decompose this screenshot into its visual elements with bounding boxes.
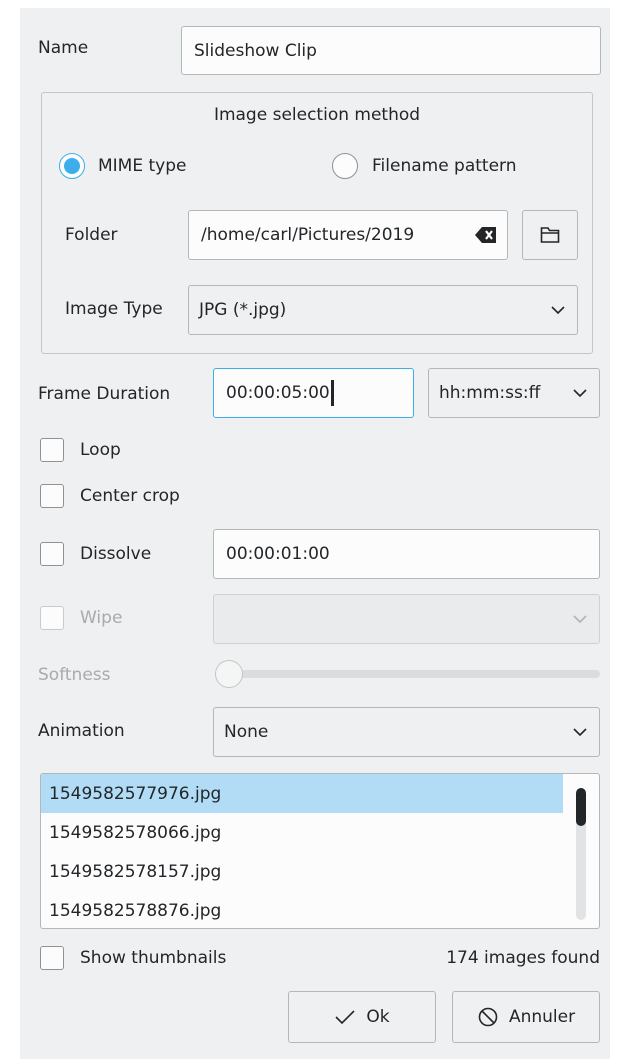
chevron-down-icon	[573, 728, 587, 737]
chevron-down-icon	[573, 615, 587, 624]
frame-duration-value: 00:00:05:00	[226, 383, 330, 403]
time-format-combo[interactable]: hh:mm:ss:ff	[428, 368, 600, 418]
wipe-checkbox	[40, 606, 64, 630]
softness-slider-handle	[215, 660, 243, 688]
folder-input[interactable]: /home/carl/Pictures/2019	[188, 210, 508, 260]
softness-slider-track	[215, 670, 600, 678]
chevron-down-icon	[573, 389, 587, 398]
frame-duration-input[interactable]: 00:00:05:00	[213, 368, 414, 418]
name-input[interactable]: Slideshow Clip	[181, 26, 601, 75]
radio-mime-type[interactable]	[59, 153, 85, 179]
folder-label: Folder	[65, 225, 118, 245]
list-item[interactable]: 1549582578157.jpg	[41, 852, 599, 891]
browse-folder-button[interactable]	[522, 210, 578, 260]
image-type-value: JPG (*.jpg)	[199, 300, 287, 320]
time-format-value: hh:mm:ss:ff	[439, 383, 541, 403]
dissolve-checkbox[interactable]	[40, 542, 64, 566]
folder-icon	[540, 227, 560, 243]
dissolve-duration-input[interactable]: 00:00:01:00	[213, 529, 600, 579]
list-item[interactable]: 1549582578876.jpg	[41, 891, 599, 928]
chevron-down-icon	[551, 306, 565, 315]
image-type-combo[interactable]: JPG (*.jpg)	[188, 285, 578, 335]
image-type-label: Image Type	[65, 299, 163, 319]
list-item[interactable]: 1549582577976.jpg	[41, 774, 563, 813]
ok-button[interactable]: Ok	[288, 991, 436, 1043]
scrollbar-track[interactable]	[576, 788, 586, 920]
show-thumbnails-label[interactable]: Show thumbnails	[80, 947, 226, 969]
dissolve-duration-value: 00:00:01:00	[226, 544, 330, 564]
cancel-button-label: Annuler	[508, 1007, 576, 1027]
image-selection-group: Image selection method MIME type Filenam…	[41, 92, 593, 354]
radio-filename-pattern-label[interactable]: Filename pattern	[372, 155, 517, 177]
cancel-icon	[478, 1007, 498, 1027]
image-file-list[interactable]: 1549582577976.jpg 1549582578066.jpg 1549…	[40, 773, 600, 929]
radio-filename-pattern[interactable]	[332, 153, 358, 179]
loop-label[interactable]: Loop	[80, 439, 121, 461]
show-thumbnails-checkbox[interactable]	[40, 946, 64, 970]
list-item[interactable]: 1549582578066.jpg	[41, 813, 599, 852]
dissolve-label[interactable]: Dissolve	[80, 543, 151, 565]
center-crop-label[interactable]: Center crop	[80, 485, 180, 507]
checkmark-icon	[335, 1010, 355, 1025]
text-cursor	[330, 380, 334, 406]
center-crop-checkbox[interactable]	[40, 484, 64, 508]
animation-value: None	[224, 722, 269, 742]
slideshow-clip-dialog: Name Slideshow Clip Image selection meth…	[20, 8, 610, 1059]
folder-input-value: /home/carl/Pictures/2019	[201, 225, 415, 245]
radio-mime-type-label[interactable]: MIME type	[98, 155, 186, 177]
wipe-label: Wipe	[80, 608, 123, 628]
clear-text-icon[interactable]	[475, 226, 497, 244]
name-label: Name	[38, 38, 89, 58]
softness-label: Softness	[38, 665, 111, 685]
frame-duration-label: Frame Duration	[38, 384, 171, 404]
ok-button-label: Ok	[366, 1007, 390, 1027]
images-found-count: 174 images found	[446, 948, 600, 968]
animation-label: Animation	[38, 721, 125, 741]
group-title: Image selection method	[213, 105, 421, 125]
loop-checkbox[interactable]	[40, 438, 64, 462]
wipe-combo	[213, 594, 600, 644]
cancel-button[interactable]: Annuler	[452, 991, 600, 1043]
scrollbar-handle[interactable]	[576, 788, 586, 826]
animation-combo[interactable]: None	[213, 707, 600, 757]
name-input-value: Slideshow Clip	[194, 40, 317, 61]
